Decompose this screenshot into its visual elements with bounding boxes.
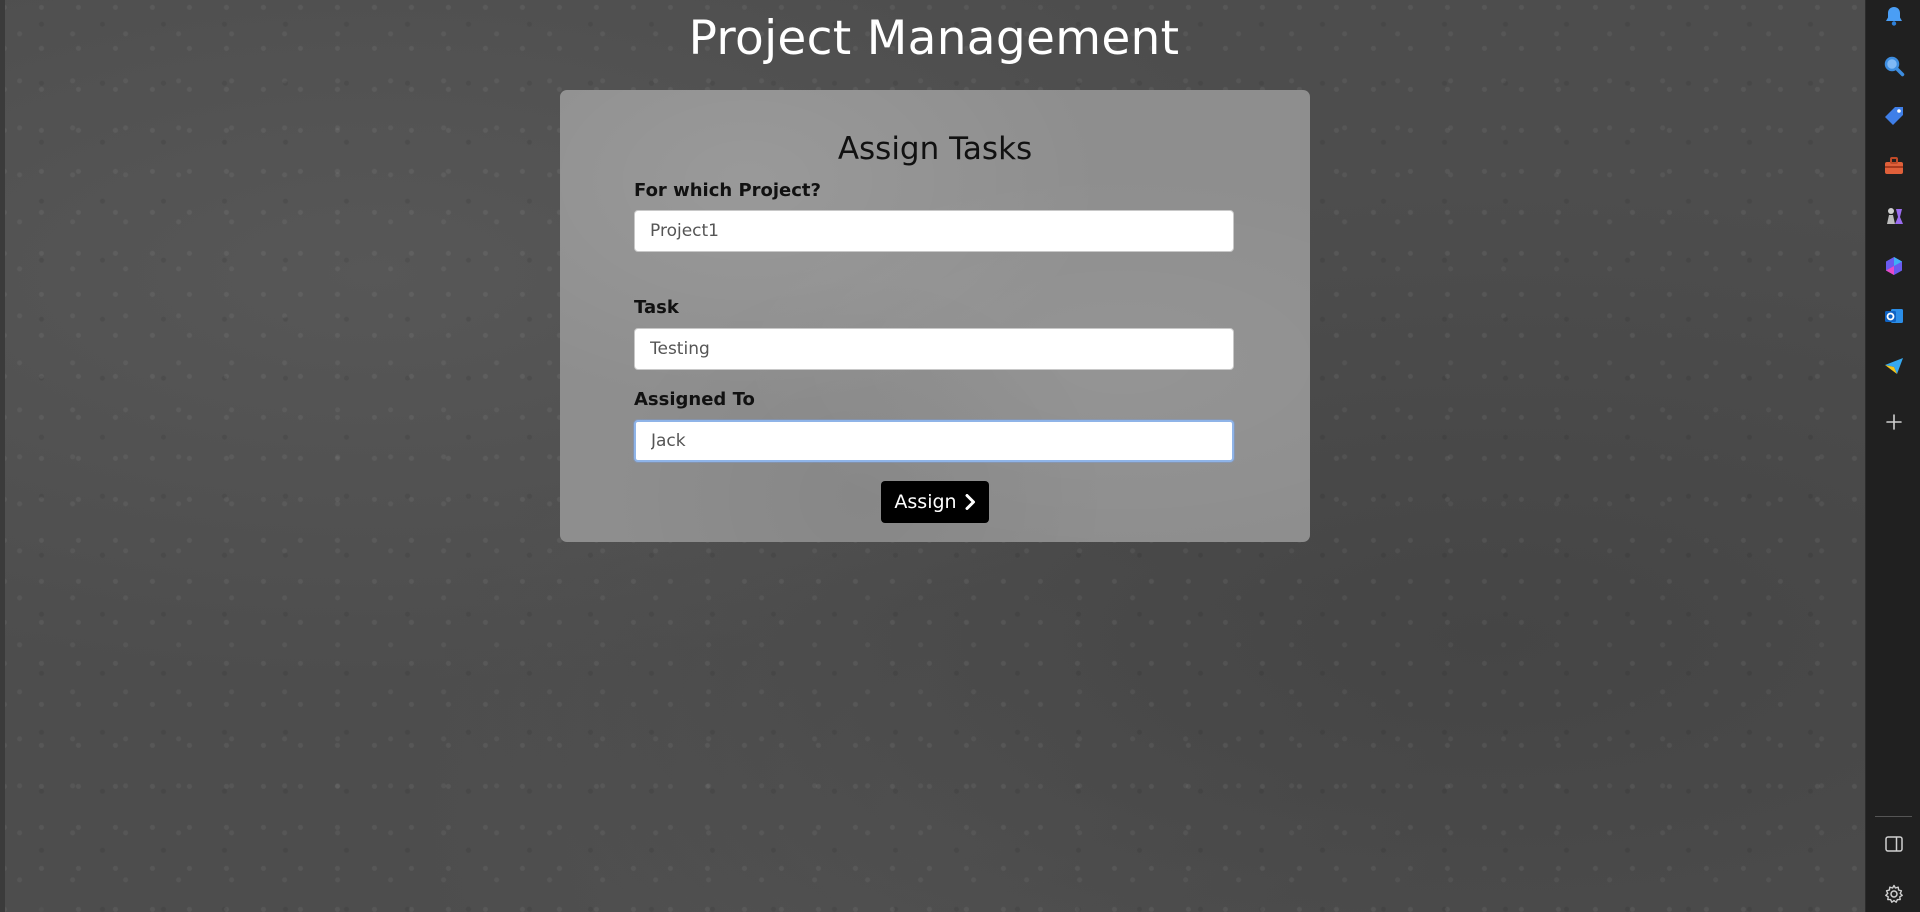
sidebar-divider	[1875, 816, 1912, 817]
outlook-icon[interactable]	[1882, 304, 1906, 328]
page-title: Project Management	[688, 11, 1180, 66]
settings-icon[interactable]	[1882, 882, 1906, 906]
assigned-to-label: Assigned To	[634, 389, 755, 410]
assign-tasks-card: Assign Tasks For which Project? Task Ass…	[560, 90, 1310, 542]
add-icon[interactable]	[1882, 410, 1906, 434]
toolbox-icon[interactable]	[1882, 154, 1906, 178]
bell-icon[interactable]	[1882, 4, 1906, 28]
chevron-right-icon	[964, 494, 976, 510]
task-input[interactable]	[634, 328, 1234, 370]
task-label: Task	[634, 297, 679, 318]
project-input[interactable]	[634, 210, 1234, 252]
window-left-edge	[0, 0, 5, 912]
chess-icon[interactable]	[1882, 204, 1906, 228]
card-heading: Assign Tasks	[837, 131, 1033, 167]
copilot-icon[interactable]	[1882, 254, 1906, 278]
assign-button-label: Assign	[894, 491, 957, 513]
sidebar-toggle-icon[interactable]	[1882, 832, 1906, 856]
project-label: For which Project?	[634, 180, 821, 201]
search-icon[interactable]	[1882, 54, 1906, 78]
assign-button[interactable]: Assign	[881, 481, 989, 523]
send-icon[interactable]	[1882, 354, 1906, 378]
assigned-to-input[interactable]	[634, 420, 1234, 462]
tag-icon[interactable]	[1882, 104, 1906, 128]
browser-sidebar	[1865, 0, 1920, 912]
